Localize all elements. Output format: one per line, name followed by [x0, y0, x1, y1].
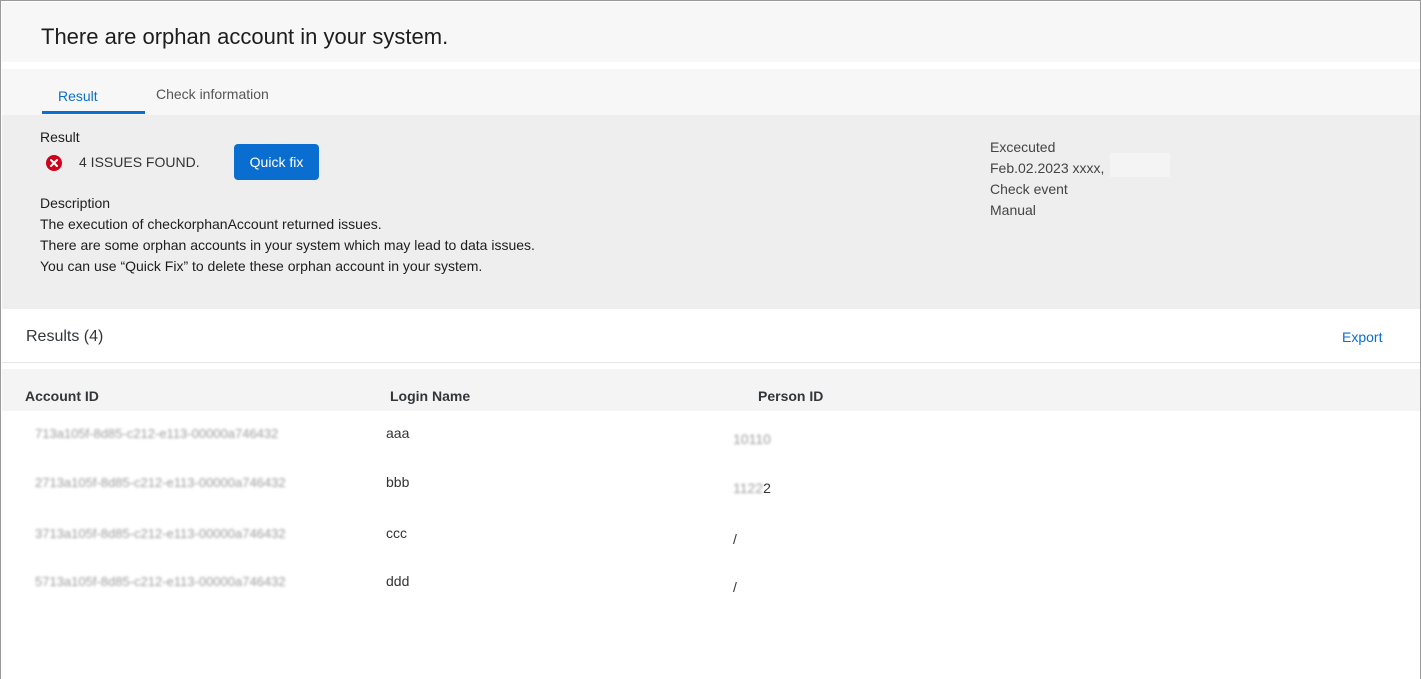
- executed-label: Excecuted: [990, 139, 1056, 155]
- app-frame: There are orphan account in your system.…: [0, 0, 1421, 679]
- account-id-cell: 3713a105f-8d85-c212-e113-00000a746432: [35, 526, 286, 541]
- login-name-cell: ddd: [386, 573, 410, 589]
- table-row[interactable]: 713a105f-8d85-c212-e113-00000a746432 aaa…: [2, 425, 1420, 475]
- column-header-account-id[interactable]: Account ID: [25, 388, 99, 404]
- check-event-label: Check event: [990, 181, 1068, 197]
- table-row[interactable]: 5713a105f-8d85-c212-e113-00000a746432 dd…: [2, 573, 1420, 623]
- account-id-cell: 5713a105f-8d85-c212-e113-00000a746432: [35, 574, 286, 589]
- title-bar: There are orphan account in your system.: [2, 2, 1420, 62]
- tab-bar: Result Check information: [2, 69, 1420, 115]
- check-event-value: Manual: [990, 202, 1036, 218]
- login-name-cell: ccc: [386, 525, 407, 541]
- description-label: Description: [40, 195, 111, 211]
- person-id-cell: 11222: [733, 480, 771, 497]
- description-line: You can use “Quick Fix” to delete these …: [40, 258, 483, 274]
- issues-found-text: 4 ISSUES FOUND.: [79, 154, 200, 170]
- quick-fix-button[interactable]: Quick fix: [234, 144, 319, 180]
- person-id-cell: /: [733, 579, 737, 596]
- error-circle-icon: [46, 155, 62, 171]
- column-header-person-id[interactable]: Person ID: [758, 388, 823, 404]
- results-toolbar: Results (4) Export: [2, 309, 1420, 363]
- result-summary-panel: Result 4 ISSUES FOUND. Quick fix Descrip…: [2, 115, 1420, 309]
- login-name-cell: aaa: [386, 425, 410, 441]
- person-id-visible: /: [733, 579, 737, 595]
- column-header-login-name[interactable]: Login Name: [390, 388, 470, 404]
- login-name-cell: bbb: [386, 474, 410, 490]
- executed-value: Feb.02.2023 xxxx,: [990, 160, 1105, 176]
- active-tab-indicator: [42, 111, 145, 114]
- export-link[interactable]: Export: [1342, 329, 1382, 345]
- results-title: Results (4): [26, 328, 104, 345]
- person-id-redacted: 1122: [733, 480, 764, 496]
- table-header: Account ID Login Name Person ID: [2, 369, 1420, 411]
- account-id-cell: 2713a105f-8d85-c212-e113-00000a746432: [35, 475, 286, 490]
- person-id-visible: /: [733, 531, 737, 547]
- result-label: Result: [40, 129, 80, 145]
- person-id-cell: 10110: [733, 431, 771, 448]
- account-id-cell: 713a105f-8d85-c212-e113-00000a746432: [35, 426, 279, 441]
- results-table: 713a105f-8d85-c212-e113-00000a746432 aaa…: [2, 411, 1420, 679]
- tab-check-information[interactable]: Check information: [156, 85, 269, 103]
- person-id-cell: /: [733, 531, 737, 548]
- table-row[interactable]: 2713a105f-8d85-c212-e113-00000a746432 bb…: [2, 474, 1420, 524]
- description-line: The execution of checkorphanAccount retu…: [40, 216, 382, 232]
- description-line: There are some orphan accounts in your s…: [40, 237, 535, 253]
- page-title: There are orphan account in your system.: [41, 24, 449, 49]
- person-id-visible: 2: [763, 480, 771, 496]
- redacted-timestamp: [1110, 153, 1170, 177]
- table-row[interactable]: 3713a105f-8d85-c212-e113-00000a746432 cc…: [2, 525, 1420, 575]
- tab-result[interactable]: Result: [58, 87, 98, 105]
- person-id-redacted: 10110: [733, 431, 771, 447]
